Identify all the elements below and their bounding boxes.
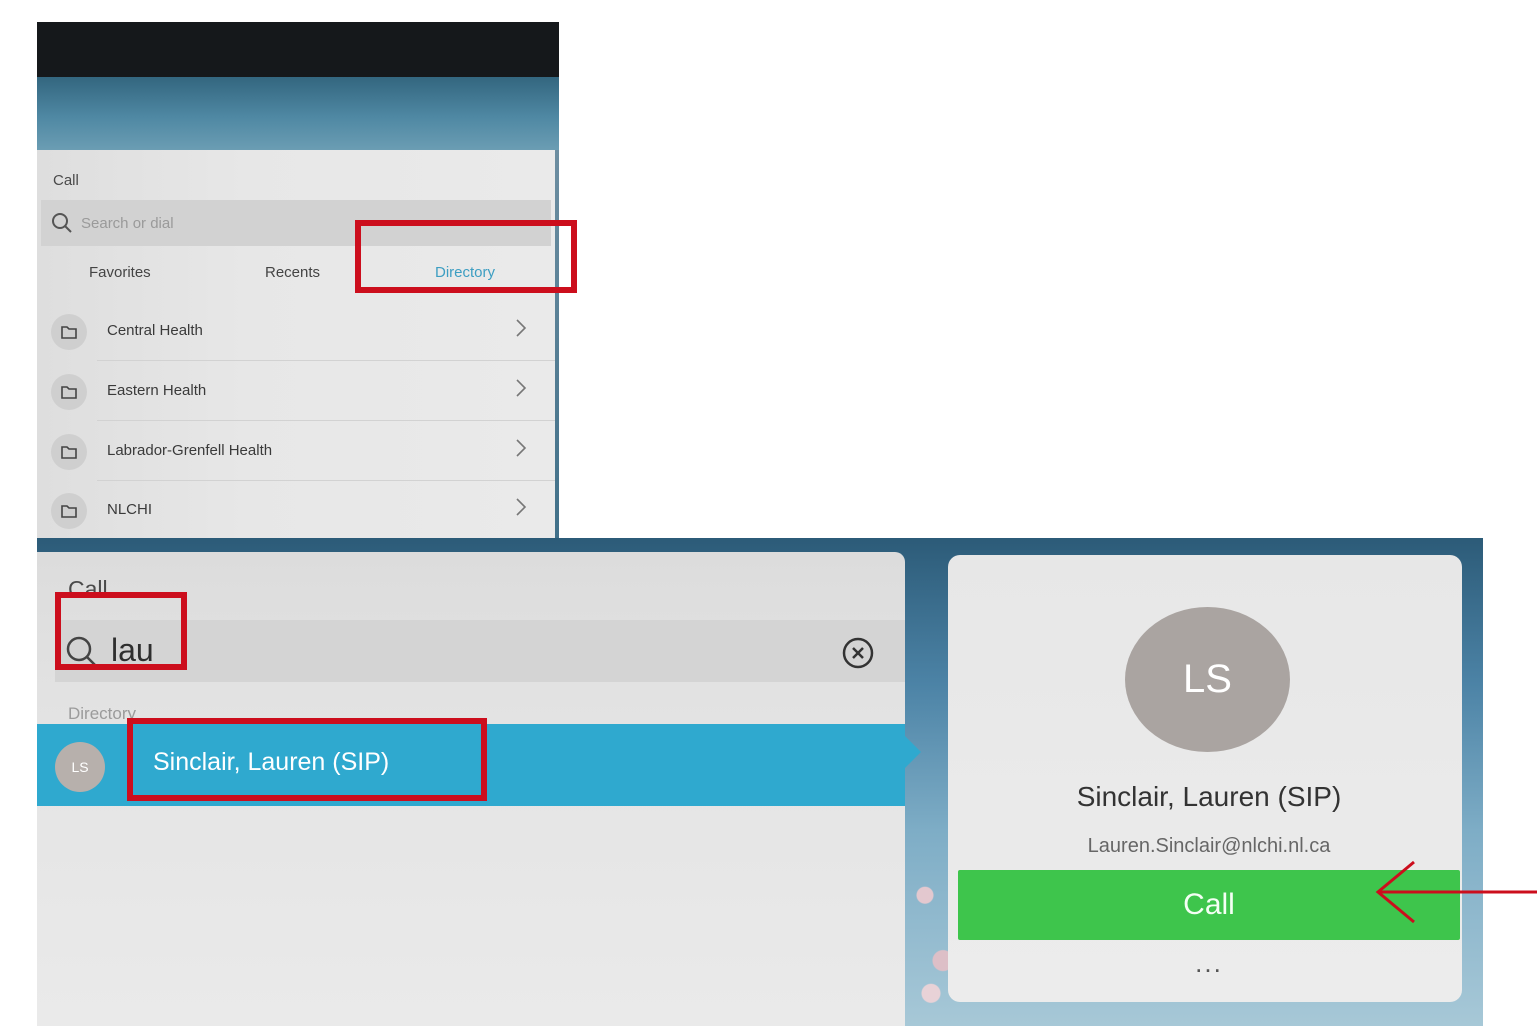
chevron-right-icon — [515, 438, 527, 463]
directory-item-label: Central Health — [107, 322, 203, 339]
search-placeholder: Search or dial — [81, 215, 174, 232]
folder-icon — [51, 374, 87, 410]
folder-icon — [51, 493, 87, 529]
highlight-search-field — [55, 592, 187, 670]
contact-avatar: LS — [1125, 607, 1290, 752]
directory-item-nlchi[interactable]: NLCHI — [37, 479, 555, 538]
highlight-search-result — [127, 718, 487, 801]
folder-icon — [51, 434, 87, 470]
annotation-arrow-icon — [1375, 860, 1537, 924]
chevron-right-icon — [515, 378, 527, 403]
device-top-bezel — [37, 22, 559, 77]
chevron-right-icon — [515, 318, 527, 343]
panel-title: Call — [53, 172, 79, 189]
clear-search-icon[interactable] — [841, 636, 875, 675]
contact-name: Sinclair, Lauren (SIP) — [1076, 781, 1342, 812]
search-icon — [51, 212, 73, 239]
directory-item-labrador-grenfell-health[interactable]: Labrador-Grenfell Health — [37, 420, 555, 480]
call-panel: Call Search or dial Favorites Recents Di… — [37, 150, 555, 538]
directory-item-central-health[interactable]: Central Health — [37, 300, 555, 360]
directory-item-eastern-health[interactable]: Eastern Health — [37, 360, 555, 420]
section-label-directory: Directory — [68, 704, 137, 723]
more-options-button[interactable]: ... — [948, 948, 1470, 979]
tab-favorites[interactable]: Favorites — [89, 264, 151, 281]
wallpaper-band — [37, 77, 559, 150]
chevron-right-icon — [515, 497, 527, 522]
folder-icon — [51, 314, 87, 350]
avatar: LS — [55, 742, 105, 792]
directory-item-label: Eastern Health — [107, 382, 207, 399]
selection-pointer — [905, 736, 921, 768]
contact-card: LS Sinclair, Lauren (SIP) Lauren.Sinclai… — [948, 555, 1462, 1002]
tab-recents[interactable]: Recents — [265, 264, 320, 281]
directory-item-label: Labrador-Grenfell Health — [107, 442, 273, 459]
directory-item-label: NLCHI — [107, 501, 153, 518]
highlight-directory-tab — [355, 220, 577, 293]
contact-email: Lauren.Sinclair@nlchi.nl.ca — [1087, 835, 1331, 857]
